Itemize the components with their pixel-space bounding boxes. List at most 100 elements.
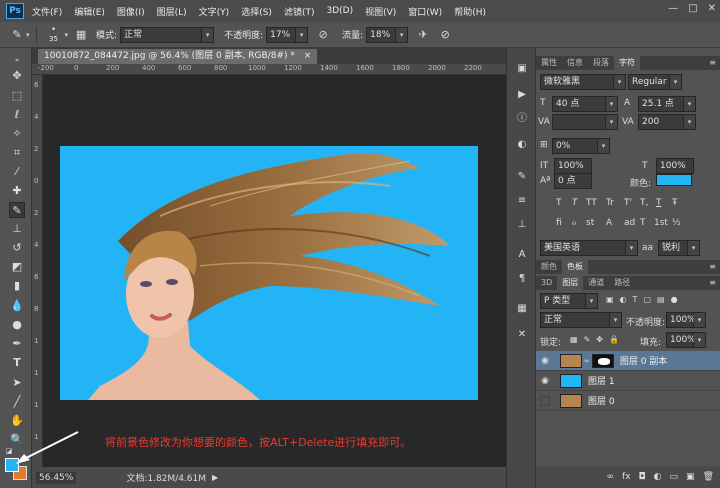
text-color-swatch[interactable]	[656, 174, 692, 186]
horizontal-scale-input[interactable]: 100%	[656, 158, 694, 174]
layer-mask-thumbnail[interactable]	[591, 353, 614, 368]
opacity-input[interactable]: 17% ▾	[266, 26, 309, 43]
lasso-tool-icon[interactable]: ℓ	[9, 107, 25, 123]
layer-row[interactable]: ◉ 图层 1	[536, 371, 720, 391]
menu-image[interactable]: 图像(I)	[117, 5, 145, 18]
panel-menu-icon[interactable]: ≡	[709, 260, 716, 274]
pressure-size-icon[interactable]: ⊘	[436, 26, 454, 44]
history-panel-icon[interactable]: ▣	[515, 62, 529, 76]
titling-alternates-icon[interactable]: T	[640, 218, 646, 228]
link-layers-icon[interactable]: ∞	[607, 472, 615, 482]
brush-panel-toggle-icon[interactable]: ▦	[72, 26, 90, 44]
brush-tool-icon[interactable]: ✎	[9, 202, 25, 218]
tab-paragraph[interactable]: 段落	[588, 56, 614, 70]
add-mask-icon[interactable]: ◘	[639, 472, 646, 482]
superscript-icon[interactable]: T'	[624, 198, 632, 208]
move-tool-icon[interactable]: ✥	[9, 68, 25, 84]
new-group-icon[interactable]: ▭	[670, 472, 679, 482]
blur-tool-icon[interactable]: 💧	[9, 298, 25, 314]
faux-bold-icon[interactable]: T	[556, 198, 562, 208]
tab-paths[interactable]: 路径	[609, 276, 635, 290]
ordinals-icon[interactable]: 1st	[654, 218, 668, 228]
clone-stamp-tool-icon[interactable]: ⊥	[9, 221, 25, 237]
menu-type[interactable]: 文字(Y)	[199, 5, 230, 18]
healing-brush-tool-icon[interactable]: ✚	[9, 183, 25, 199]
line-tool-icon[interactable]: ╱	[9, 394, 25, 410]
menu-select[interactable]: 选择(S)	[241, 5, 272, 18]
tab-layers[interactable]: 图层	[557, 276, 584, 290]
font-size-input[interactable]: 40 点 ▾	[552, 96, 618, 112]
tsume-input[interactable]: 0% ▾	[552, 138, 610, 154]
lock-image-icon[interactable]: ✎	[584, 335, 591, 344]
actions-panel-icon[interactable]: ▶	[515, 88, 529, 102]
mode-select[interactable]: 正常 ▾	[120, 26, 215, 43]
discretionary-ligatures-icon[interactable]: st	[586, 218, 594, 228]
new-layer-icon[interactable]: ▣	[686, 472, 695, 482]
layer-fill-input[interactable]: 100% ▾	[666, 332, 706, 348]
panel-menu-icon[interactable]: ≡	[709, 276, 716, 290]
adjustments-panel-icon[interactable]: ◐	[515, 138, 529, 152]
underline-icon[interactable]: T	[656, 198, 662, 208]
panel-menu-icon[interactable]: ≡	[709, 56, 716, 70]
document-tab[interactable]: 10010872_084472.jpg @ 56.4% (图层 0 副本, RG…	[38, 49, 318, 64]
history-brush-tool-icon[interactable]: ↺	[9, 240, 25, 256]
quick-select-tool-icon[interactable]: ✧	[9, 126, 25, 142]
anti-alias-select[interactable]: 锐利 ▾	[658, 240, 700, 256]
kerning-input[interactable]: ▾	[552, 114, 618, 130]
fractions-icon[interactable]: ½	[672, 218, 681, 228]
baseline-shift-input[interactable]: 0 点	[554, 173, 592, 189]
eyedropper-tool-icon[interactable]: ⁄	[9, 164, 25, 180]
flow-input[interactable]: 18% ▾	[366, 26, 409, 43]
menu-filter[interactable]: 滤镜(T)	[284, 5, 315, 18]
layer-row[interactable]: ◉ ∞ 图层 0 副本	[536, 351, 720, 371]
menu-view[interactable]: 视图(V)	[365, 5, 396, 18]
old-style-icon[interactable]: ℴ	[572, 218, 576, 228]
document-canvas[interactable]	[60, 146, 478, 400]
tracking-input[interactable]: 200 ▾	[638, 114, 696, 130]
layer-opacity-input[interactable]: 100% ▾	[666, 312, 706, 328]
info-panel-icon[interactable]: ⓘ	[515, 112, 529, 126]
brush-panel-icon[interactable]: ✎	[515, 170, 529, 184]
lock-transparent-icon[interactable]: ▦	[570, 335, 578, 344]
styles-panel-icon[interactable]: ✕	[515, 328, 529, 342]
preset-dropdown-icon[interactable]: ▾	[26, 31, 30, 39]
status-arrow-icon[interactable]: ▶	[212, 473, 218, 482]
gradient-tool-icon[interactable]: ▮	[9, 278, 25, 294]
leading-input[interactable]: 25.1 点 ▾	[638, 96, 696, 112]
brush-tool-preset-icon[interactable]: ✎	[8, 26, 26, 44]
visibility-toggle-off[interactable]	[540, 395, 550, 406]
blend-mode-select[interactable]: 正常 ▾	[540, 312, 622, 328]
hand-tool-icon[interactable]: ✋	[9, 413, 25, 429]
visibility-eye-icon[interactable]: ◉	[538, 376, 552, 386]
lock-all-icon[interactable]: 🔒	[609, 335, 619, 344]
font-family-select[interactable]: 微软雅黑 ▾	[540, 74, 626, 90]
clone-source-icon[interactable]: ⊥	[515, 218, 529, 232]
small-caps-icon[interactable]: Tr	[606, 198, 614, 208]
menu-window[interactable]: 窗口(W)	[408, 5, 442, 18]
filter-pixel-icon[interactable]: ▣	[606, 295, 614, 304]
filter-shape-icon[interactable]: ▢	[643, 295, 651, 304]
menu-3d[interactable]: 3D(D)	[326, 6, 353, 16]
faux-italic-icon[interactable]: T	[572, 198, 578, 208]
adjustment-layer-icon[interactable]: ◐	[654, 472, 662, 482]
brush-dropdown-icon[interactable]: ▾	[65, 31, 69, 39]
delete-layer-icon[interactable]: 🗑	[703, 472, 714, 482]
tab-channels[interactable]: 通道	[583, 276, 609, 290]
type-tool-icon[interactable]: T	[9, 355, 25, 371]
menu-help[interactable]: 帮助(H)	[454, 5, 486, 18]
tab-color[interactable]: 颜色	[536, 260, 562, 274]
language-select[interactable]: 美国英语 ▾	[540, 240, 638, 256]
marquee-tool-icon[interactable]: ⬚	[9, 88, 25, 104]
subscript-icon[interactable]: T,	[640, 198, 648, 208]
close-button[interactable]: ✕	[708, 3, 716, 14]
layer-style-icon[interactable]: fx	[622, 472, 631, 482]
dodge-tool-icon[interactable]: ●	[9, 317, 25, 333]
maximize-button[interactable]: □	[688, 3, 697, 14]
brush-size-picker[interactable]: • 35	[43, 26, 65, 44]
pressure-opacity-icon[interactable]: ⊘	[314, 26, 332, 44]
layer-filter-select[interactable]: P 类型 ▾	[540, 293, 598, 309]
vertical-scale-input[interactable]: 100%	[554, 158, 592, 174]
menu-layer[interactable]: 图层(L)	[157, 5, 187, 18]
eraser-tool-icon[interactable]: ◩	[9, 259, 25, 275]
tab-info[interactable]: 信息	[562, 56, 588, 70]
